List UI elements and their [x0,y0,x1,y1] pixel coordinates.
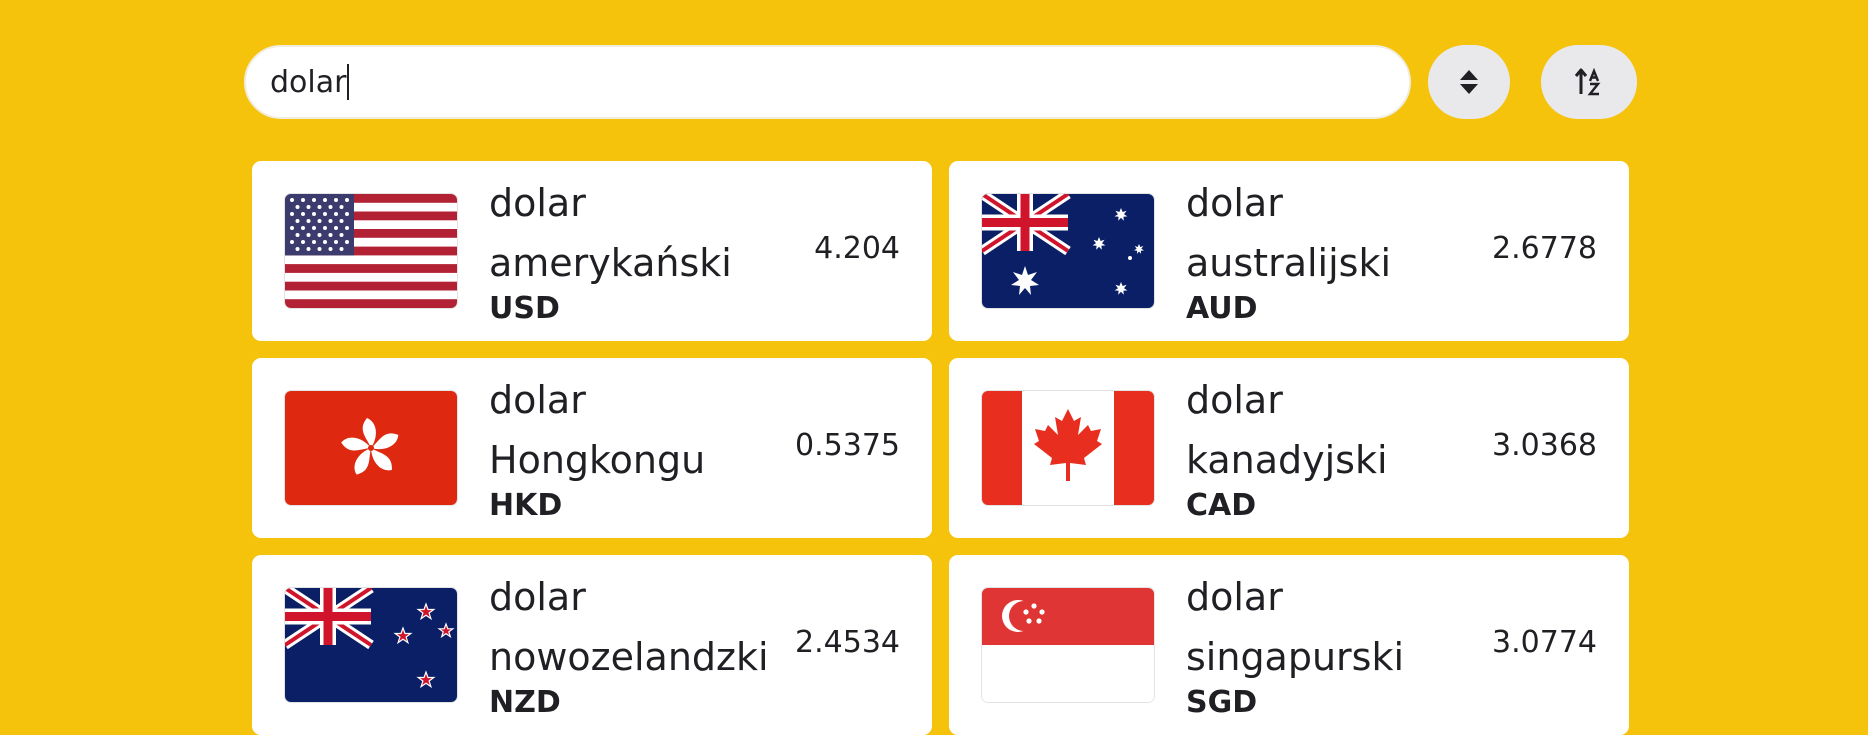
currency-name: dolar singapurski [1186,575,1405,679]
flag-us-icon [285,194,457,308]
currency-rate: 3.0774 [1492,625,1597,660]
currency-code: NZD [489,685,561,720]
currency-card-nzd[interactable]: dolar nowozelandzki NZD 2.4534 [252,555,932,735]
currency-card-usd[interactable]: dolar amerykański USD 4.204 [252,161,932,341]
flag-sg-icon [982,588,1154,702]
currency-code: CAD [1186,488,1257,523]
search-input[interactable]: dolar [244,45,1411,119]
currency-name: dolar kanadyjski [1186,378,1388,482]
search-input-value: dolar [270,64,347,100]
flag-au-icon [982,194,1154,308]
flag-hk-icon [285,391,457,505]
currency-list: dolar amerykański USD 4.204 dolar austra… [252,161,1629,735]
currency-card-aud[interactable]: dolar australijski AUD 2.6778 [949,161,1629,341]
currency-rate: 2.4534 [795,625,900,660]
currency-name: dolar Hongkongu [489,378,706,482]
flag-nz-icon [285,588,457,702]
sort-alpha-icon [1574,68,1601,96]
currency-code: USD [489,291,560,326]
currency-name: dolar nowozelandzki [489,575,769,679]
toolbar: dolar [0,0,1868,150]
currency-rate: 0.5375 [795,428,900,463]
currency-rate: 4.204 [814,231,900,266]
currency-name: dolar amerykański [489,181,732,285]
currency-code: HKD [489,488,563,523]
currency-rate: 3.0368 [1492,428,1597,463]
sort-direction-button[interactable] [1428,45,1510,119]
sort-alphabetical-button[interactable] [1541,45,1637,119]
sort-up-down-icon [1460,70,1478,94]
currency-card-hkd[interactable]: dolar Hongkongu HKD 0.5375 [252,358,932,538]
currency-card-sgd[interactable]: dolar singapurski SGD 3.0774 [949,555,1629,735]
currency-code: SGD [1186,685,1258,720]
currency-rate: 2.6778 [1492,231,1597,266]
flag-ca-icon [982,391,1154,505]
text-caret [347,64,350,100]
currency-code: AUD [1186,291,1258,326]
currency-card-cad[interactable]: dolar kanadyjski CAD 3.0368 [949,358,1629,538]
currency-name: dolar australijski [1186,181,1392,285]
